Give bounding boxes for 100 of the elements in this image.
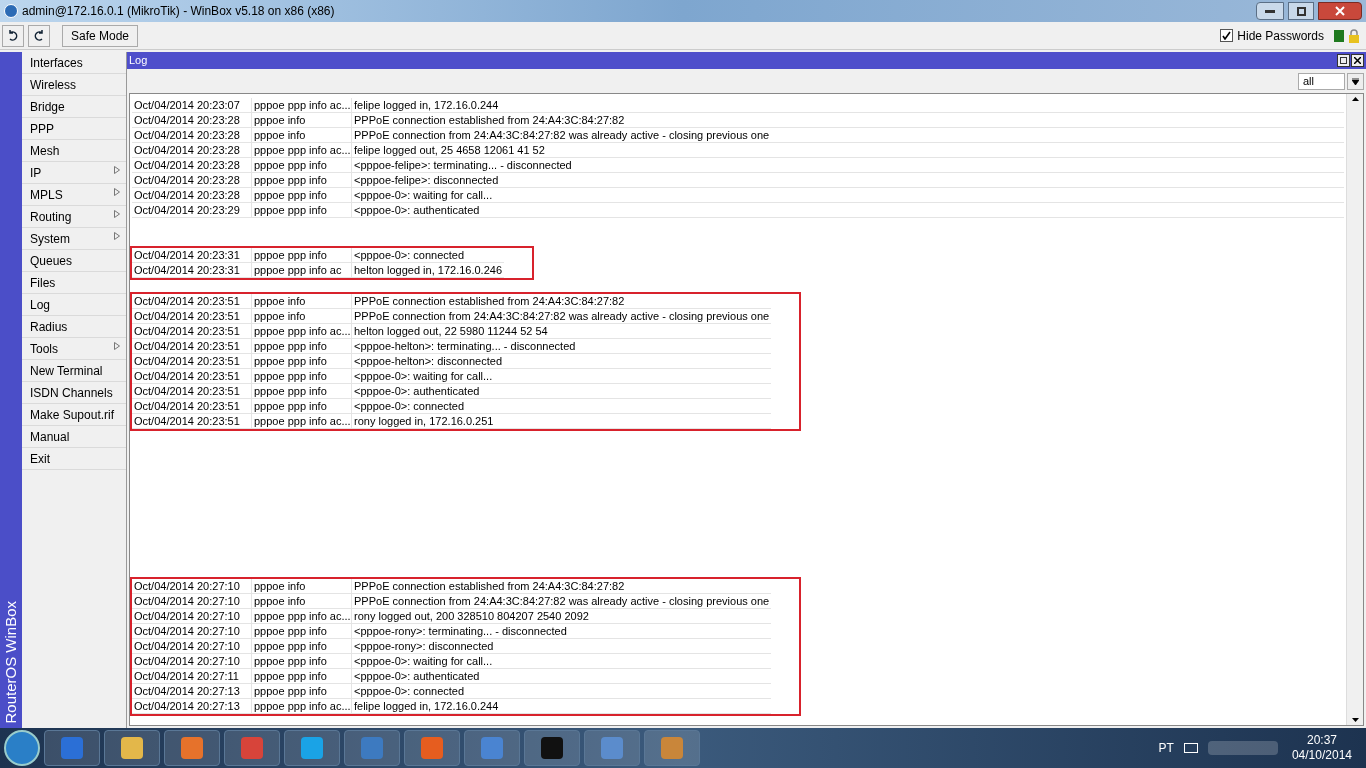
taskbar-app-icon[interactable] bbox=[524, 730, 580, 766]
log-topics: pppoe info bbox=[252, 309, 352, 323]
restore-icon bbox=[1296, 6, 1306, 16]
padlock-icon bbox=[1348, 28, 1360, 43]
window-title: admin@172.16.0.1 (MikroTik) - WinBox v5.18 on x86 (x86) bbox=[22, 3, 336, 20]
sidebar-item[interactable]: Queues bbox=[22, 250, 126, 272]
sidebar-item[interactable]: Routing bbox=[22, 206, 126, 228]
log-message: <pppoe-rony>: disconnected bbox=[353, 639, 495, 653]
check-icon bbox=[1222, 31, 1232, 40]
log-topics: pppoe ppp info bbox=[252, 684, 352, 698]
log-message: rony logged out, 200 328510 804207 2540 2092 bbox=[353, 609, 590, 623]
log-time: Oct/04/2014 20:23:28 bbox=[132, 113, 252, 127]
log-topics: pppoe ppp info ac... bbox=[252, 699, 352, 713]
log-topics: pppoe ppp info bbox=[252, 369, 352, 383]
log-message: <pppoe-0>: waiting for call... bbox=[353, 369, 494, 383]
redo-button[interactable] bbox=[28, 24, 50, 47]
sidebar-item[interactable]: Bridge bbox=[22, 96, 126, 118]
taskbar-app-icon[interactable] bbox=[284, 730, 340, 766]
log-topics: pppoe ppp info ac... bbox=[252, 143, 352, 157]
log-message: <pppoe-felipe>: disconnected bbox=[353, 173, 500, 187]
sidebar-item[interactable]: Log bbox=[22, 294, 126, 316]
log-time: Oct/04/2014 20:23:28 bbox=[132, 188, 252, 202]
connection-status-icon bbox=[1334, 29, 1344, 42]
log-topics: pppoe ppp info bbox=[252, 384, 352, 398]
log-message: <pppoe-0>: authenticated bbox=[353, 669, 481, 683]
log-topics: pppoe ppp info bbox=[252, 158, 352, 172]
log-topics: pppoe info bbox=[252, 113, 352, 127]
undo-icon bbox=[7, 29, 19, 42]
sidebar-item[interactable]: Make Supout.rif bbox=[22, 404, 126, 426]
log-time: Oct/04/2014 20:27:10 bbox=[132, 594, 252, 608]
log-message: felipe logged out, 25 4658 12061 41 52 bbox=[353, 143, 546, 157]
log-time: Oct/04/2014 20:23:51 bbox=[132, 339, 252, 353]
log-time: Oct/04/2014 20:23:51 bbox=[132, 399, 252, 413]
log-message: <pppoe-helton>: disconnected bbox=[353, 354, 503, 368]
log-message: PPPoE connection established from 24:A4:3C:84:27:82 bbox=[353, 294, 626, 308]
close-button[interactable] bbox=[1351, 54, 1364, 67]
log-topics: pppoe ppp info bbox=[252, 624, 352, 638]
undo-button[interactable] bbox=[2, 24, 24, 47]
sidebar-item[interactable]: Interfaces bbox=[22, 52, 126, 74]
hide-passwords-checkbox[interactable] bbox=[1220, 29, 1234, 42]
sidebar-item[interactable]: Mesh bbox=[22, 140, 126, 162]
log-time: Oct/04/2014 20:27:10 bbox=[132, 579, 252, 593]
log-message: felipe logged in, 172.16.0.244 bbox=[353, 98, 500, 112]
log-time: Oct/04/2014 20:23:28 bbox=[132, 158, 252, 172]
log-message: helton logged in, 172.16.0.246 bbox=[353, 263, 504, 277]
sidebar-item[interactable]: Exit bbox=[22, 448, 126, 470]
log-message: PPPoE connection from 24:A4:3C:84:27:82 was already active - closing previous one bbox=[353, 594, 771, 608]
sidebar-item[interactable]: Wireless bbox=[22, 74, 126, 96]
log-message: PPPoE connection from 24:A4:3C:84:27:82 was already active - closing previous one bbox=[353, 128, 771, 142]
log-topics: pppoe ppp info bbox=[252, 173, 352, 187]
log-topics: pppoe ppp info bbox=[252, 654, 352, 668]
maximize-button[interactable] bbox=[1337, 54, 1350, 67]
taskbar-app-icon[interactable] bbox=[164, 730, 220, 766]
log-time: Oct/04/2014 20:23:51 bbox=[132, 414, 252, 428]
log-time: Oct/04/2014 20:23:28 bbox=[132, 128, 252, 142]
keyboard-icon bbox=[1183, 743, 1198, 753]
log-message: helton logged out, 22 5980 11244 52 54 bbox=[353, 324, 549, 338]
language-indicator[interactable]: PT bbox=[1158, 739, 1174, 757]
log-topics: pppoe ppp info bbox=[252, 669, 352, 683]
log-topics: pppoe ppp info ac... bbox=[252, 324, 352, 338]
log-topics: pppoe ppp info ac... bbox=[252, 414, 352, 428]
safe-mode-button[interactable]: Safe Mode bbox=[62, 24, 139, 47]
log-message: <pppoe-0>: connected bbox=[353, 248, 466, 262]
log-message: <pppoe-0>: authenticated bbox=[353, 384, 481, 398]
clock-time: 20:37 bbox=[1306, 733, 1337, 748]
sidebar-item[interactable]: Tools bbox=[22, 338, 126, 360]
sidebar-item[interactable]: ISDN Channels bbox=[22, 382, 126, 404]
log-topics: pppoe ppp info bbox=[252, 354, 352, 368]
log-time: Oct/04/2014 20:27:10 bbox=[132, 639, 252, 653]
log-topics: pppoe ppp info bbox=[252, 339, 352, 353]
filter-dropdown[interactable]: all bbox=[1298, 72, 1345, 90]
log-message: PPPoE connection established from 24:A4:3C:84:27:82 bbox=[353, 113, 626, 127]
sidebar-item[interactable]: Manual bbox=[22, 426, 126, 448]
log-message: <pppoe-felipe>: terminating... - disconnected bbox=[353, 158, 573, 172]
sidebar-item[interactable]: System bbox=[22, 228, 126, 250]
sidebar-item[interactable]: MPLS bbox=[22, 184, 126, 206]
log-topics: pppoe ppp info bbox=[252, 639, 352, 653]
close-icon bbox=[1354, 57, 1361, 64]
sidebar-item[interactable]: PPP bbox=[22, 118, 126, 140]
log-topics: pppoe ppp info bbox=[252, 248, 352, 262]
sidebar-item[interactable]: IP bbox=[22, 162, 126, 184]
sidebar-item[interactable]: Files bbox=[22, 272, 126, 294]
start-button[interactable] bbox=[4, 730, 40, 766]
log-time: Oct/04/2014 20:23:51 bbox=[132, 369, 252, 383]
log-topics: pppoe ppp info bbox=[252, 203, 352, 217]
log-message: <pppoe-0>: waiting for call... bbox=[353, 654, 494, 668]
log-time: Oct/04/2014 20:23:51 bbox=[132, 309, 252, 323]
sidebar-item[interactable]: New Terminal bbox=[22, 360, 126, 382]
minimize-button[interactable] bbox=[1256, 2, 1284, 20]
scrollbar[interactable] bbox=[1346, 94, 1363, 725]
dropdown-button[interactable] bbox=[1347, 72, 1364, 90]
close-button[interactable] bbox=[1318, 2, 1362, 20]
log-time: Oct/04/2014 20:27:13 bbox=[132, 684, 252, 698]
restore-button[interactable] bbox=[1288, 2, 1314, 20]
log-message: <pppoe-0>: waiting for call... bbox=[353, 188, 494, 202]
sidebar-item[interactable]: Radius bbox=[22, 316, 126, 338]
log-time: Oct/04/2014 20:23:51 bbox=[132, 324, 252, 338]
taskbar-app-icon[interactable] bbox=[104, 730, 160, 766]
log-time: Oct/04/2014 20:27:10 bbox=[132, 624, 252, 638]
log-message: PPPoE connection from 24:A4:3C:84:27:82 was already active - closing previous one bbox=[353, 309, 771, 323]
